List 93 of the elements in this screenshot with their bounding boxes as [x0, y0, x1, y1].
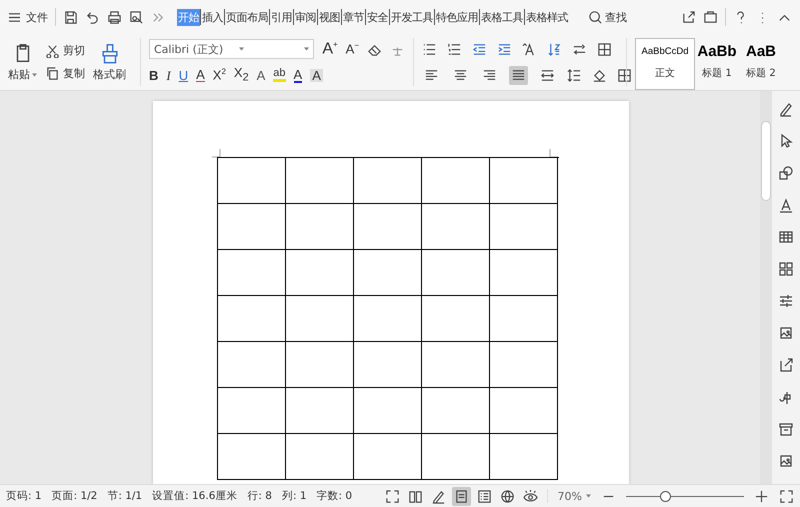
print-preview-icon[interactable]: [129, 10, 144, 24]
archive-icon[interactable]: [778, 421, 794, 437]
save-icon[interactable]: [63, 10, 78, 24]
font-format-button[interactable]: X$^{2}$: [212, 68, 226, 82]
cut-button[interactable]: 剪切: [45, 43, 85, 58]
grow-font-button[interactable]: A$^{+}$: [322, 40, 338, 58]
fullscreen-view-icon: [384, 488, 400, 504]
font-format-button[interactable]: ab: [273, 68, 286, 82]
menu-tab[interactable]: 安全: [366, 8, 389, 26]
font-format-button[interactable]: B: [149, 68, 158, 82]
caret-icon[interactable]: [586, 494, 591, 498]
menu-icon: [8, 12, 21, 22]
status-text: 设置值: 16.6厘米: [152, 489, 238, 503]
search-icon: [588, 10, 603, 24]
style-preset[interactable]: AaB 标题 2: [739, 38, 783, 90]
align-lines-icon: [540, 68, 555, 82]
font-format-button[interactable]: U: [178, 68, 188, 82]
align-lines-icon: [453, 68, 468, 82]
caret-icon[interactable]: [304, 47, 310, 51]
grid-apps-icon[interactable]: [778, 261, 794, 277]
reading-view-icon: [408, 488, 423, 504]
letter-stamp-icon[interactable]: [778, 197, 794, 213]
bullets-icon[interactable]: [422, 42, 437, 56]
status-text: 页码: 1: [6, 489, 42, 503]
format-painter-button[interactable]: 格式刷: [93, 42, 126, 82]
indent-icon[interactable]: [497, 42, 512, 56]
eye-view-icon: [522, 488, 538, 504]
zoom-dropdown[interactable]: 70%: [558, 490, 591, 502]
numbering-icon[interactable]: [447, 42, 462, 56]
page-view-icon: [454, 488, 469, 504]
font-format-button[interactable]: A: [196, 68, 205, 82]
font-format-button[interactable]: X$_{2}$: [234, 66, 249, 84]
pen-icon[interactable]: [778, 101, 794, 117]
copy-button[interactable]: 复制: [45, 66, 85, 81]
box-icon[interactable]: [703, 10, 718, 24]
export-icon[interactable]: [778, 357, 794, 373]
spacing-icon[interactable]: [572, 42, 587, 56]
share-icon[interactable]: [681, 10, 696, 24]
edit-view-icon: [430, 488, 446, 504]
align-button[interactable]: [509, 66, 528, 84]
outline-view-icon: [476, 488, 492, 504]
zoom-in-icon[interactable]: [754, 488, 769, 504]
status-text: 列: 1: [282, 489, 307, 503]
font-format-button[interactable]: A: [310, 68, 323, 82]
vertical-scrollbar[interactable]: [760, 91, 772, 484]
undo-icon[interactable]: [85, 10, 100, 24]
menu-tab[interactable]: 表格样式: [525, 8, 569, 26]
status-text: 页面: 1/2: [52, 489, 98, 503]
menu-tab[interactable]: 视图: [318, 8, 341, 26]
print-icon[interactable]: [107, 10, 122, 24]
align-lines-icon: [424, 68, 439, 82]
view-mode-button[interactable]: [452, 486, 471, 506]
align-lines-icon: [511, 68, 526, 82]
style-preset[interactable]: AaBbCcDd 正文: [635, 38, 695, 90]
line-spacing-icon[interactable]: [567, 68, 582, 82]
font-format-button[interactable]: A: [294, 68, 302, 82]
copy-icon: [45, 66, 60, 81]
menu-tab[interactable]: 表格工具: [480, 8, 524, 26]
menu-tab[interactable]: 页面布局: [225, 8, 269, 26]
font-format-button[interactable]: I: [166, 68, 171, 82]
paste-button[interactable]: 粘贴: [8, 42, 37, 82]
status-text: 节: 1/1: [107, 489, 142, 503]
picture-icon[interactable]: [778, 453, 794, 469]
sort-icon[interactable]: [547, 42, 562, 56]
image-icon[interactable]: [778, 325, 794, 341]
status-text: 行: 8: [247, 489, 272, 503]
table-grid-icon[interactable]: [597, 42, 612, 56]
web-view-icon: [500, 488, 515, 504]
fit-icon[interactable]: [779, 488, 794, 504]
file-menu[interactable]: 文件: [8, 10, 48, 24]
zoom-slider-thumb[interactable]: [660, 490, 671, 502]
align-lines-icon: [482, 68, 497, 82]
font-format-button[interactable]: A: [256, 68, 266, 82]
status-text: 字数: 0: [316, 489, 352, 503]
fill-icon[interactable]: [592, 68, 607, 82]
style-preset[interactable]: AaBb 标题 1: [695, 38, 739, 90]
menu-tab[interactable]: 插入: [201, 8, 224, 26]
caret-icon[interactable]: [32, 72, 37, 76]
search-button[interactable]: 查找: [588, 10, 627, 24]
table-icon[interactable]: [778, 229, 794, 245]
shapes-icon[interactable]: [778, 165, 794, 181]
font-name-dropdown[interactable]: Calibri (正文): [149, 39, 249, 59]
borders-icon[interactable]: [617, 68, 632, 82]
menu-tab[interactable]: 特色应用: [435, 8, 479, 26]
menu-tab[interactable]: 审阅: [294, 8, 317, 26]
caret-icon[interactable]: [238, 47, 244, 51]
menu-tab[interactable]: 引用: [270, 8, 293, 26]
menu-tab[interactable]: 开发工具: [390, 8, 434, 26]
menu-tab[interactable]: 章节: [342, 8, 365, 26]
outdent-icon[interactable]: [472, 42, 487, 56]
sliders-icon[interactable]: [778, 293, 794, 309]
shrink-font-button[interactable]: A$^{−}$: [346, 42, 359, 56]
scissors-icon: [45, 43, 60, 58]
